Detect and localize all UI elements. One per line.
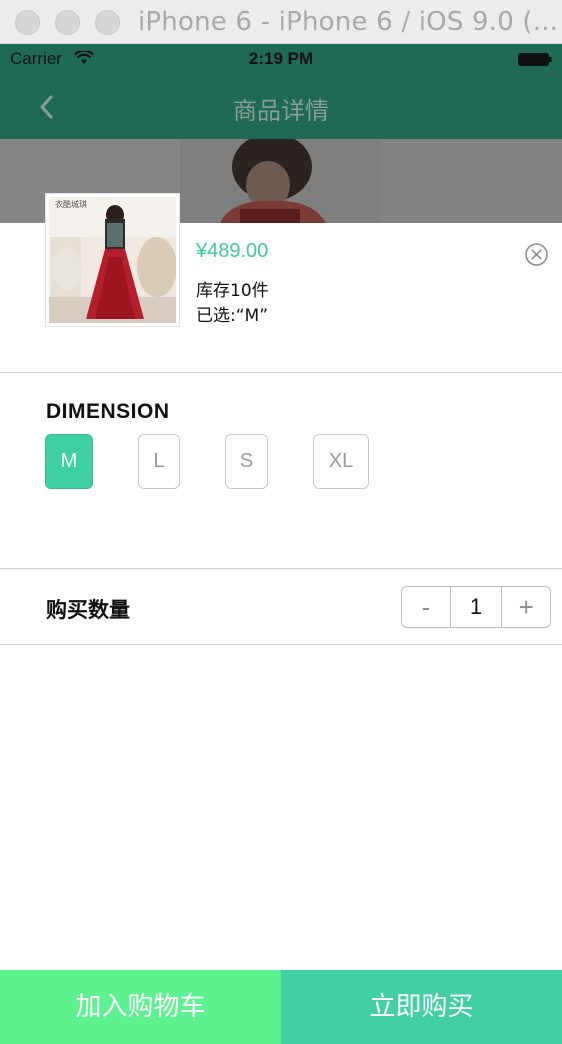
product-price: ¥489.00 xyxy=(196,240,269,262)
navigation-bar: 商品详情 xyxy=(0,74,562,139)
selected-variant: 已选:“M” xyxy=(196,306,269,326)
simulator-title-bar: iPhone 6 - iPhone 6 / iOS 9.0 (... xyxy=(0,0,562,44)
window-zoom-button[interactable] xyxy=(95,10,120,35)
increment-button[interactable]: + xyxy=(502,587,550,627)
size-option-xl[interactable]: XL xyxy=(313,434,369,489)
size-option-m[interactable]: M xyxy=(45,434,93,489)
status-time: 2:19 PM xyxy=(248,49,314,68)
page-title: 商品详情 xyxy=(233,98,329,125)
window-title: iPhone 6 - iPhone 6 / iOS 9.0 (... xyxy=(138,7,559,37)
size-option-l[interactable]: L xyxy=(138,434,180,489)
status-bar: Carrier 2:19 PM xyxy=(0,44,562,74)
battery-icon xyxy=(518,53,552,66)
decrement-button[interactable]: - xyxy=(402,587,450,627)
product-thumbnail: 衣酷城琪 xyxy=(45,193,180,327)
thumbnail-watermark: 衣酷城琪 xyxy=(55,199,87,209)
quantity-value[interactable]: 1 xyxy=(449,587,503,627)
quantity-label: 购买数量 xyxy=(46,598,130,622)
divider xyxy=(0,568,562,569)
divider xyxy=(0,372,562,373)
stock-count: 库存10件 xyxy=(196,281,269,301)
buy-now-button[interactable]: 立即购买 xyxy=(281,970,562,1044)
add-to-cart-button[interactable]: 加入购物车 xyxy=(0,970,281,1044)
divider xyxy=(0,644,562,645)
bottom-action-bar: 加入购物车 立即购买 xyxy=(0,970,562,1044)
dimension-label: DIMENSION xyxy=(46,400,170,423)
size-option-s[interactable]: S xyxy=(225,434,268,489)
window-minimize-button[interactable] xyxy=(55,10,80,35)
close-icon[interactable] xyxy=(524,242,549,267)
sku-selection-sheet: 衣酷城琪 ¥489.00 库存10件 已选:“M” DIMENSION M L … xyxy=(0,193,562,1044)
quantity-stepper: - 1 + xyxy=(401,586,551,628)
window-close-button[interactable] xyxy=(15,10,40,35)
simulator-screen: iPhone 6 - iPhone 6 / iOS 9.0 (... Carri… xyxy=(0,0,562,1044)
